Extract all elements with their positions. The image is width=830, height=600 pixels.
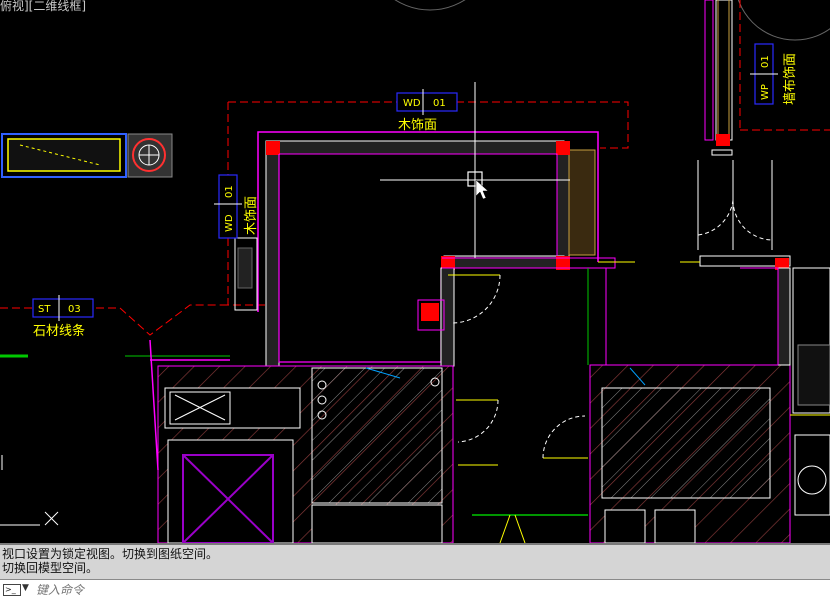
tag-wd-top-code: WD [403, 98, 421, 109]
tag-wd-left-code: WD [224, 214, 235, 232]
tag-wd-left-material: 木饰面 [244, 196, 259, 235]
tag-wd-top-number: 01 [433, 98, 446, 109]
command-history-line: 视口设置为锁定视图。切换到图纸空间。 [2, 547, 219, 561]
tag-wd-top-material: 木饰面 [398, 118, 437, 133]
tag-st-code: ST [38, 304, 51, 315]
drawing-canvas[interactable]: WD 01 木饰面 WD 01 木饰面 ST 03 石材线条 WP 01 墙布饰… [0, 0, 830, 543]
viewport-controls-label[interactable]: 俯视][二维线框] [0, 0, 86, 14]
command-line-bar: >_ ▼ [0, 579, 830, 600]
command-input[interactable] [36, 581, 816, 598]
cad-application: WD 01 木饰面 WD 01 木饰面 ST 03 石材线条 WP 01 墙布饰… [0, 0, 830, 600]
tag-wp-code: WP [760, 84, 771, 100]
command-history-line: 切换回模型空间。 [2, 561, 99, 575]
tag-st-number: 03 [68, 304, 81, 315]
light-fixture [1, 133, 173, 178]
tag-wp-material: 墙布饰面 [783, 53, 798, 105]
command-history-panel: 视口设置为锁定视图。切换到图纸空间。 切换回模型空间。 [0, 543, 830, 579]
lower-left-cabinet-zone [149, 339, 454, 543]
tag-st-material: 石材线条 [33, 323, 85, 339]
lower-right-room [589, 364, 791, 543]
command-prompt-icon[interactable]: >_ [3, 584, 21, 596]
chevron-down-icon[interactable]: ▼ [22, 583, 29, 593]
tag-wd-left-number: 01 [224, 185, 235, 198]
tag-wp-number: 01 [760, 55, 771, 68]
tag-st[interactable]: ST 03 石材线条 [32, 295, 94, 339]
